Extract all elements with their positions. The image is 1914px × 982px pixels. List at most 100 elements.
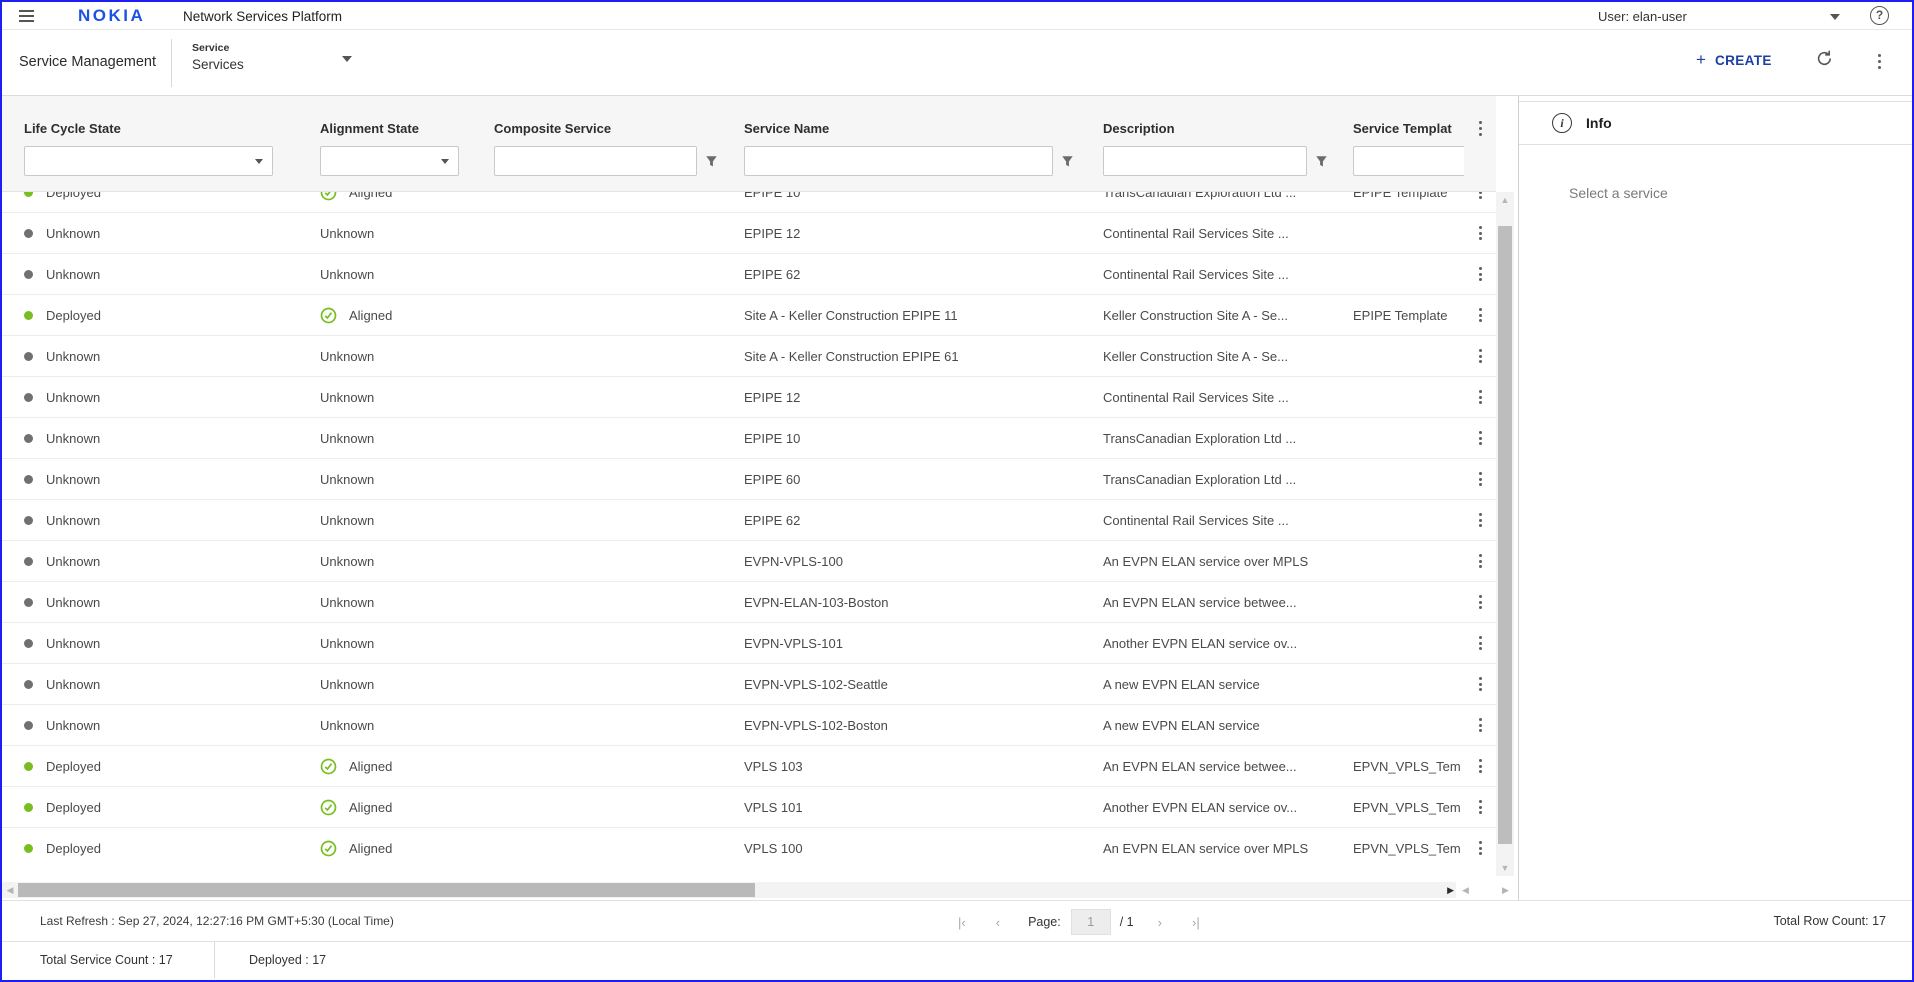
table-row[interactable]: DeployedAlignedVPLS 103An EVPN ELAN serv… xyxy=(2,746,1496,787)
column-header-service-name[interactable]: Service Name xyxy=(734,121,1090,136)
table-row[interactable]: UnknownUnknownEPIPE 60TransCanadian Expl… xyxy=(2,459,1496,500)
toolbar-kebab-icon[interactable] xyxy=(1878,53,1881,70)
column-header-description[interactable]: Description xyxy=(1090,121,1345,136)
vertical-scrollbar[interactable]: ▲ ▼ xyxy=(1496,192,1514,876)
table-row[interactable]: UnknownUnknownEPIPE 12Continental Rail S… xyxy=(2,377,1496,418)
alignment-label: Unknown xyxy=(320,718,374,733)
refresh-icon[interactable] xyxy=(1815,49,1834,71)
row-actions-kebab-icon[interactable] xyxy=(1479,388,1482,405)
service-template-filter-input[interactable] xyxy=(1353,146,1464,176)
lifecycle-label: Unknown xyxy=(46,390,100,405)
row-actions-kebab-icon[interactable] xyxy=(1479,839,1482,856)
table-row[interactable]: UnknownUnknownSite A - Keller Constructi… xyxy=(2,336,1496,377)
row-actions-kebab-icon[interactable] xyxy=(1479,675,1482,692)
next-page-button[interactable]: › xyxy=(1158,915,1162,930)
row-actions-kebab-icon[interactable] xyxy=(1479,192,1482,201)
alignment-label: Unknown xyxy=(320,431,374,446)
table-row[interactable]: UnknownUnknownEPIPE 12Continental Rail S… xyxy=(2,213,1496,254)
last-page-button[interactable]: ›| xyxy=(1192,915,1200,930)
row-actions-kebab-icon[interactable] xyxy=(1479,429,1482,446)
table-row[interactable]: UnknownUnknownEPIPE 62Continental Rail S… xyxy=(2,500,1496,541)
row-actions-kebab-icon[interactable] xyxy=(1479,265,1482,282)
column-settings-kebab-icon[interactable] xyxy=(1479,120,1482,137)
table-row[interactable]: DeployedAlignedVPLS 101Another EVPN ELAN… xyxy=(2,787,1496,828)
aligned-check-icon xyxy=(320,840,337,857)
filter-funnel-icon[interactable] xyxy=(1061,155,1074,168)
lifecycle-status-dot xyxy=(24,598,33,607)
alignment-label: Unknown xyxy=(320,472,374,487)
row-actions-kebab-icon[interactable] xyxy=(1479,470,1482,487)
table-row[interactable]: UnknownUnknownEPIPE 10TransCanadian Expl… xyxy=(2,418,1496,459)
service-name-value: Site A - Keller Construction EPIPE 11 xyxy=(744,308,958,323)
description-value: An EVPN ELAN service betwee... xyxy=(1103,759,1297,774)
create-button[interactable]: + CREATE xyxy=(1696,50,1772,70)
aligned-check-icon xyxy=(320,799,337,816)
alignment-label: Unknown xyxy=(320,390,374,405)
horizontal-scrollbar[interactable]: ◀ ▶ xyxy=(2,882,1456,898)
row-actions-kebab-icon[interactable] xyxy=(1479,552,1482,569)
view-selector[interactable]: Service Services xyxy=(192,42,244,72)
table-row[interactable]: UnknownUnknownEPIPE 62Continental Rail S… xyxy=(2,254,1496,295)
pinned-scroll-left-icon[interactable]: ◀ xyxy=(1462,882,1469,898)
row-actions-kebab-icon[interactable] xyxy=(1479,798,1482,815)
description-filter-input[interactable] xyxy=(1103,146,1307,176)
column-header-composite-service[interactable]: Composite Service xyxy=(492,121,734,136)
chevron-down-icon[interactable] xyxy=(342,56,352,62)
column-header-service-template[interactable]: Service Templat xyxy=(1345,121,1464,136)
vertical-scrollbar-thumb[interactable] xyxy=(1498,226,1512,844)
table-row[interactable]: UnknownUnknownEVPN-VPLS-102-BostonA new … xyxy=(2,705,1496,746)
lifecycle-status-dot xyxy=(24,352,33,361)
status-bar: Last Refresh : Sep 27, 2024, 12:27:16 PM… xyxy=(2,900,1912,941)
row-actions-kebab-icon[interactable] xyxy=(1479,593,1482,610)
row-actions-kebab-icon[interactable] xyxy=(1479,224,1482,241)
row-actions-kebab-icon[interactable] xyxy=(1479,757,1482,774)
composite-service-filter-input[interactable] xyxy=(494,146,697,176)
row-actions-kebab-icon[interactable] xyxy=(1479,306,1482,323)
table-row[interactable]: UnknownUnknownEVPN-VPLS-102-SeattleA new… xyxy=(2,664,1496,705)
pinned-scroll-right-icon[interactable]: ▶ xyxy=(1502,882,1509,898)
description-value: An EVPN ELAN service over MPLS xyxy=(1103,841,1308,856)
first-page-button[interactable]: |‹ xyxy=(958,915,966,930)
row-actions-kebab-icon[interactable] xyxy=(1479,511,1482,528)
alignment-label: Unknown xyxy=(320,267,374,282)
row-actions-kebab-icon[interactable] xyxy=(1479,347,1482,364)
help-icon[interactable]: ? xyxy=(1870,6,1889,25)
row-actions-kebab-icon[interactable] xyxy=(1479,634,1482,651)
scroll-up-icon[interactable]: ▲ xyxy=(1496,192,1514,208)
alignment-label: Unknown xyxy=(320,636,374,651)
create-button-label: CREATE xyxy=(1715,53,1772,68)
service-name-filter-input[interactable] xyxy=(744,146,1053,176)
horizontal-scrollbar-thumb[interactable] xyxy=(18,883,755,897)
scroll-left-icon[interactable]: ◀ xyxy=(2,882,18,898)
table-row[interactable]: DeployedAlignedSite A - Keller Construct… xyxy=(2,295,1496,336)
column-header-life-cycle-state[interactable]: Life Cycle State xyxy=(2,121,312,136)
pagination: |‹ ‹ Page: / 1 › ›| xyxy=(958,909,1200,935)
table-row[interactable]: UnknownUnknownEVPN-ELAN-103-BostonAn EVP… xyxy=(2,582,1496,623)
description-value: A new EVPN ELAN service xyxy=(1103,677,1260,692)
description-value: TransCanadian Exploration Ltd ... xyxy=(1103,431,1296,446)
table-row[interactable]: UnknownUnknownEVPN-VPLS-100An EVPN ELAN … xyxy=(2,541,1496,582)
table-row[interactable]: UnknownUnknownEVPN-VPLS-101Another EVPN … xyxy=(2,623,1496,664)
aligned-check-icon xyxy=(320,758,337,775)
hamburger-menu-icon[interactable] xyxy=(19,15,34,17)
filter-funnel-icon[interactable] xyxy=(1315,155,1328,168)
service-template-value: EPIPE Template xyxy=(1353,308,1447,323)
lifecycle-label: Unknown xyxy=(46,718,100,733)
table-row[interactable]: DeployedAlignedVPLS 100An EVPN ELAN serv… xyxy=(2,828,1496,868)
description-value: Continental Rail Services Site ... xyxy=(1103,226,1289,241)
prev-page-button[interactable]: ‹ xyxy=(996,915,1000,930)
column-header-alignment-state[interactable]: Alignment State xyxy=(312,121,492,136)
view-selector-label: Service xyxy=(192,42,244,54)
user-menu[interactable]: User: elan-user xyxy=(1598,9,1840,24)
table-filter-row xyxy=(2,146,1496,176)
life-cycle-state-filter-select[interactable] xyxy=(24,146,273,176)
alignment-state-filter-select[interactable] xyxy=(320,146,459,176)
table-row[interactable]: DeployedAlignedEPIPE 10TransCanadian Exp… xyxy=(2,192,1496,213)
info-panel: i Info Select a service xyxy=(1518,96,1912,900)
alignment-label: Unknown xyxy=(320,554,374,569)
scroll-right-icon[interactable]: ▶ xyxy=(1447,882,1454,898)
page-input[interactable] xyxy=(1071,909,1111,935)
filter-funnel-icon[interactable] xyxy=(705,155,718,168)
row-actions-kebab-icon[interactable] xyxy=(1479,716,1482,733)
scroll-down-icon[interactable]: ▼ xyxy=(1496,860,1514,876)
